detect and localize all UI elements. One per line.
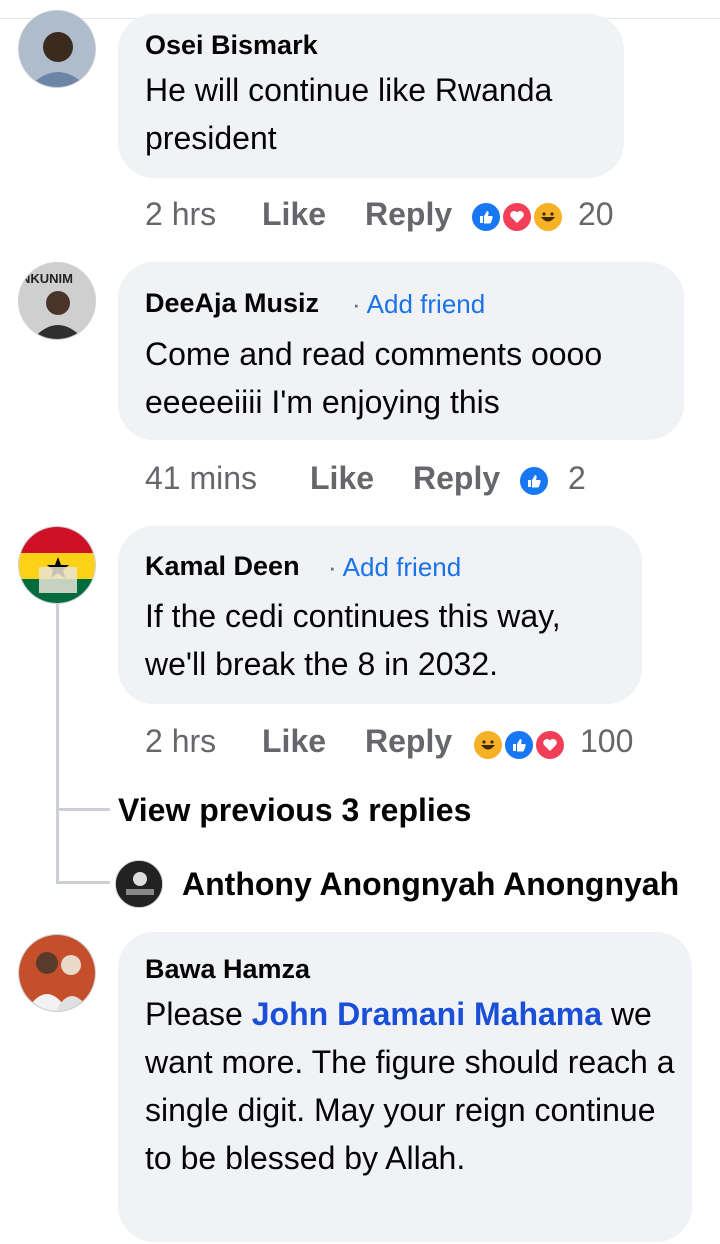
comment-text-prefix: Please — [145, 996, 252, 1032]
haha-reaction-icon — [532, 201, 564, 233]
like-button[interactable]: Like — [262, 723, 326, 760]
avatar-kamal-deen[interactable] — [18, 526, 96, 604]
comment-text: If the cedi continues this way, we'll br… — [145, 598, 561, 682]
view-previous-replies-button[interactable]: View previous 3 replies — [118, 792, 471, 829]
comment-author[interactable]: Osei Bismark — [145, 30, 318, 61]
like-reaction-icon — [503, 729, 535, 761]
haha-reaction-icon — [472, 729, 504, 761]
comment-time[interactable]: 2 hrs — [145, 196, 216, 233]
reply-button[interactable]: Reply — [413, 460, 500, 497]
comment-text: Come and read comments oooo eeeeeiiii I'… — [145, 336, 603, 420]
reaction-count: 20 — [578, 196, 614, 232]
person-avatar-icon — [19, 935, 95, 1011]
like-button[interactable]: Like — [310, 460, 374, 497]
avatar-overlay-text: NKUNIM — [21, 271, 73, 286]
avatar-deeaja-musiz[interactable]: NKUNIM — [18, 262, 96, 340]
comment-text: He will continue like Rwanda president — [145, 72, 553, 156]
reaction-count: 100 — [580, 723, 634, 759]
reply-author[interactable]: Anthony Anongnyah Anongnyah — [182, 866, 679, 903]
comment-time[interactable]: 41 mins — [145, 460, 257, 497]
mention-link[interactable]: John Dramani Mahama — [252, 996, 602, 1032]
comment-author[interactable]: DeeAja Musiz — [145, 288, 319, 319]
reaction-count: 2 — [568, 460, 586, 496]
thread-connector — [56, 808, 110, 811]
thread-line — [56, 604, 59, 884]
comment-text: Please John Dramani Mahama we want more.… — [145, 990, 680, 1182]
love-reaction-icon — [534, 729, 566, 761]
person-avatar-icon — [116, 861, 162, 907]
add-friend-button[interactable]: · Add friend — [328, 552, 461, 583]
love-reaction-icon — [501, 201, 533, 233]
like-reaction-icon — [518, 465, 550, 497]
avatar-osei-bismark[interactable] — [18, 10, 96, 88]
thread-connector — [56, 881, 110, 884]
comment-time[interactable]: 2 hrs — [145, 723, 216, 760]
avatar-bawa-hamza[interactable] — [18, 934, 96, 1012]
reply-button[interactable]: Reply — [365, 723, 452, 760]
ghana-flag-photo-icon — [19, 527, 95, 603]
comment-author[interactable]: Kamal Deen — [145, 551, 300, 582]
like-reaction-icon — [470, 201, 502, 233]
add-friend-button[interactable]: · Add friend — [352, 289, 485, 320]
avatar-anthony-anongnyah[interactable] — [115, 860, 163, 908]
person-avatar-icon — [19, 11, 95, 87]
like-button[interactable]: Like — [262, 196, 326, 233]
comment-author[interactable]: Bawa Hamza — [145, 954, 310, 985]
reply-button[interactable]: Reply — [365, 196, 452, 233]
